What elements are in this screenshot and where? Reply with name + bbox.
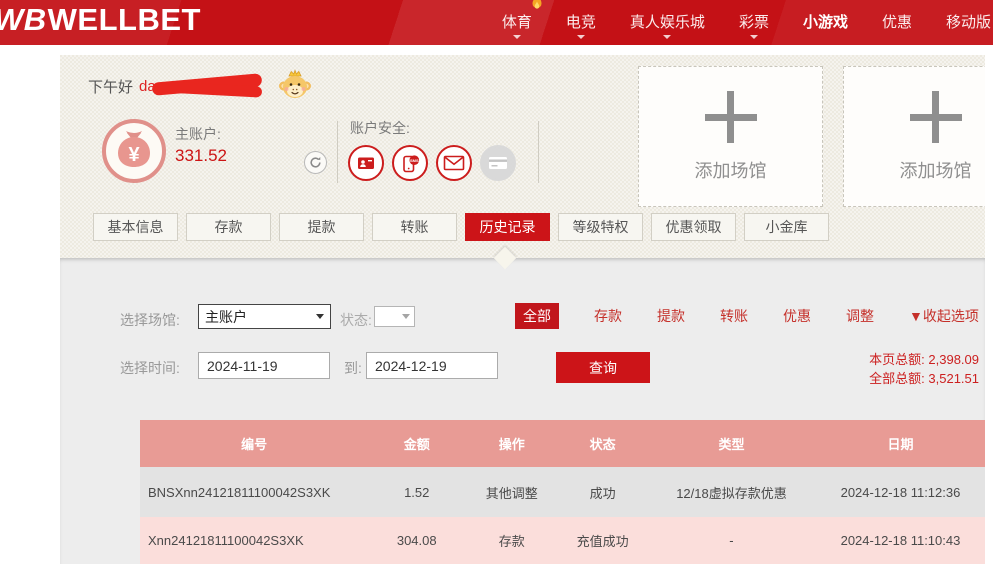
chip-deposit[interactable]: 存款 [594, 306, 622, 326]
security-icons-row: SMS [348, 145, 516, 181]
logo-mark: WB [0, 2, 47, 37]
greeting: 下午好 da [88, 67, 312, 105]
money-bag-icon: ¥ [101, 118, 167, 189]
divider [337, 121, 338, 183]
add-venue-box[interactable]: 添加场馆 [638, 66, 823, 207]
date-to-input[interactable] [366, 352, 498, 379]
nav-item-promotions[interactable]: 优惠 [882, 7, 912, 39]
cell-id: BNSXnn24121811100042S3XK [140, 467, 368, 517]
cell-operation: 存款 [465, 517, 558, 564]
hot-flame-icon [530, 0, 544, 16]
chevron-down-icon [402, 314, 410, 319]
refresh-balance-button[interactable] [304, 151, 327, 174]
redaction-scribble [152, 73, 268, 99]
account-panel: 下午好 da ¥ 主账户: 331.52 [60, 55, 985, 258]
page-total: 本页总额: 2,398.09 [869, 350, 979, 369]
phone-sms-icon[interactable]: SMS [392, 145, 428, 181]
tab-piggy-bank[interactable]: 小金库 [744, 213, 829, 241]
wellbet-logo[interactable]: WBWELLBET [0, 2, 201, 38]
nav-item-live-casino[interactable]: 真人娱乐城 [630, 7, 705, 39]
tab-vip-privileges[interactable]: 等级特权 [558, 213, 643, 241]
to-label: 到: [344, 358, 362, 378]
cell-id: Xnn24121811100042S3XK [140, 517, 368, 564]
tab-transfer[interactable]: 转账 [372, 213, 457, 241]
header-id: 编号 [140, 420, 368, 467]
history-panel: 选择场馆: 主账户 状态: 全部 存款 提款 转账 优惠 调整 ▼收起选项 选择… [60, 258, 985, 564]
refresh-icon [309, 156, 322, 169]
cell-amount: 304.08 [368, 517, 465, 564]
table-header-row: 编号 金额 操作 状态 类型 日期 [140, 420, 985, 467]
nav-item-mobile[interactable]: 移动版 [946, 7, 991, 39]
chevron-down-icon [750, 35, 758, 39]
divider [538, 121, 539, 183]
collapse-options-toggle[interactable]: ▼收起选项 [909, 306, 979, 326]
all-total: 全部总额: 3,521.51 [869, 369, 979, 388]
chip-promo[interactable]: 优惠 [783, 306, 811, 326]
header-operation: 操作 [465, 420, 558, 467]
main-account-label: 主账户: [175, 124, 221, 144]
cell-status: 成功 [558, 467, 647, 517]
cell-type: 12/18虚拟存款优惠 [647, 467, 816, 517]
nav-item-mini-games[interactable]: 小游戏 [803, 7, 848, 39]
tab-promo-claim[interactable]: 优惠领取 [651, 213, 736, 241]
bank-card-icon[interactable] [480, 145, 516, 181]
chevron-down-icon [577, 35, 585, 39]
history-table: 编号 金额 操作 状态 类型 日期 BNSXnn24121811100042S3… [140, 420, 985, 564]
table-row: BNSXnn24121811100042S3XK 1.52 其他调整 成功 12… [140, 467, 985, 517]
chevron-down-icon [663, 35, 671, 39]
venue-select[interactable]: 主账户 [198, 304, 331, 329]
account-tabs: 基本信息 存款 提款 转账 历史记录 等级特权 优惠领取 小金库 [93, 213, 829, 241]
monkey-avatar [278, 67, 312, 105]
time-filter-label: 选择时间: [120, 358, 180, 378]
tab-basic-info[interactable]: 基本信息 [93, 213, 178, 241]
svg-text:SMS: SMS [409, 157, 418, 162]
tab-withdraw[interactable]: 提款 [279, 213, 364, 241]
date-from-input[interactable] [198, 352, 330, 379]
chip-transfer[interactable]: 转账 [720, 306, 748, 326]
add-venue-label: 添加场馆 [900, 157, 972, 183]
top-navbar: WBWELLBET 体育 电竞 真人娱乐城 彩票 小游戏 优惠 [0, 0, 993, 45]
logo-text: WELLBET [48, 2, 201, 37]
nav-item-sports[interactable]: 体育 [502, 7, 532, 39]
cell-operation: 其他调整 [465, 467, 558, 517]
tab-history[interactable]: 历史记录 [465, 213, 550, 241]
nav-menu: 体育 电竞 真人娱乐城 彩票 小游戏 优惠 移动版 [502, 0, 993, 45]
header-status: 状态 [558, 420, 647, 467]
cell-amount: 1.52 [368, 467, 465, 517]
nav-item-lottery[interactable]: 彩票 [739, 7, 769, 39]
account-security-label: 账户安全: [350, 118, 410, 138]
cell-date: 2024-12-18 11:12:36 [816, 467, 985, 517]
add-venue-label: 添加场馆 [695, 157, 767, 183]
table-row: Xnn24121811100042S3XK 304.08 存款 充值成功 - 2… [140, 517, 985, 564]
main-account-balance: 331.52 [175, 146, 227, 166]
nav-item-esports[interactable]: 电竞 [566, 7, 596, 39]
chevron-down-icon [513, 35, 521, 39]
plus-icon [910, 91, 962, 143]
totals: 本页总额: 2,398.09 全部总额: 3,521.51 [869, 350, 979, 388]
add-venue-box[interactable]: 添加场馆 [843, 66, 985, 207]
search-button[interactable]: 查询 [556, 352, 650, 383]
header-type: 类型 [647, 420, 816, 467]
cell-status: 充值成功 [558, 517, 647, 564]
greeting-text: 下午好 [88, 76, 133, 97]
svg-text:¥: ¥ [128, 144, 140, 166]
venue-filter-label: 选择场馆: [120, 310, 180, 330]
type-filter-chips: 全部 存款 提款 转账 优惠 调整 ▼收起选项 [515, 304, 979, 328]
status-filter-label: 状态: [340, 310, 372, 330]
chip-all[interactable]: 全部 [515, 303, 559, 329]
chip-adjustment[interactable]: 调整 [846, 306, 874, 326]
cell-date: 2024-12-18 11:10:43 [816, 517, 985, 564]
cell-type: - [647, 517, 816, 564]
email-icon[interactable] [436, 145, 472, 181]
status-select[interactable] [374, 306, 415, 327]
tab-deposit[interactable]: 存款 [186, 213, 271, 241]
id-card-icon[interactable] [348, 145, 384, 181]
plus-icon [705, 91, 757, 143]
chevron-down-icon [316, 314, 324, 319]
header-date: 日期 [816, 420, 985, 467]
chip-withdraw[interactable]: 提款 [657, 306, 685, 326]
header-amount: 金额 [368, 420, 465, 467]
